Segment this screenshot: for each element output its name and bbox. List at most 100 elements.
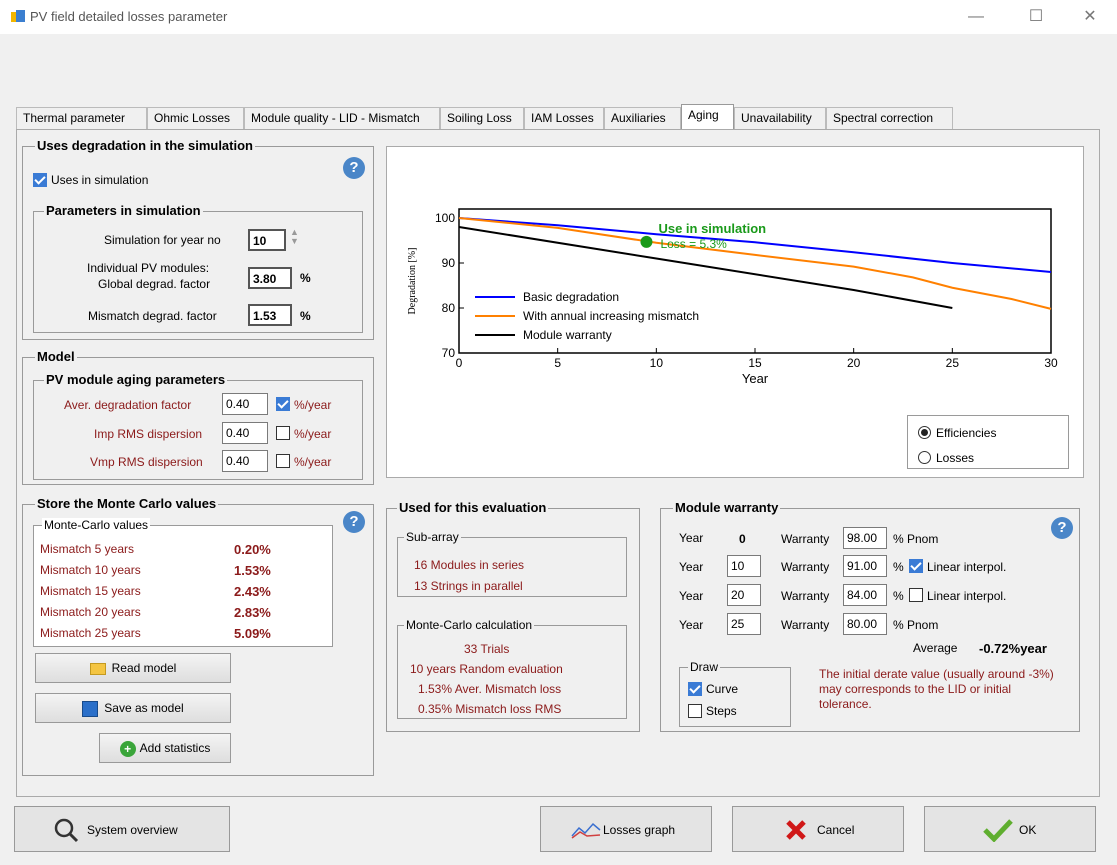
x-axis-label: Year: [742, 371, 769, 386]
uses-in-simulation-label: Uses in simulation: [51, 173, 149, 187]
mc-random-eval: 10 years Random evaluation: [410, 662, 563, 676]
degradation-group: Uses degradation in the simulation ? Use…: [22, 139, 374, 340]
y-axis-label: Degradation [%]: [407, 248, 418, 315]
legend-label: With annual increasing mismatch: [523, 309, 699, 323]
maximize-button[interactable]: ☐: [1013, 4, 1059, 30]
losses-graph-button[interactable]: Losses graph: [540, 806, 712, 852]
losses-radio[interactable]: [918, 451, 931, 464]
mc-calc-box: Monte-Carlo calculation 33 Trials 10 yea…: [397, 618, 627, 719]
imp-rms-checkbox[interactable]: [276, 426, 290, 440]
mc-row-label: Mismatch 10 years: [40, 563, 141, 577]
params-group: Parameters in simulation Simulation for …: [33, 204, 363, 333]
global-degrad-input[interactable]: 3.80: [248, 267, 292, 289]
x-tick-label: 30: [1044, 356, 1058, 370]
x-tick-label: 25: [946, 356, 960, 370]
warranty-input[interactable]: 91.00: [843, 555, 887, 577]
help-icon[interactable]: ?: [343, 511, 365, 533]
x-tick-label: 20: [847, 356, 861, 370]
tab-aging[interactable]: Aging: [681, 104, 734, 129]
steps-checkbox[interactable]: [688, 704, 702, 718]
y-tick-label: 80: [442, 301, 456, 315]
minimize-button[interactable]: —: [953, 4, 999, 30]
cancel-button[interactable]: Cancel: [732, 806, 904, 852]
read-model-button[interactable]: Read model: [35, 653, 231, 683]
y-tick-label: 90: [442, 256, 456, 270]
tab-thermal[interactable]: Thermal parameter: [16, 107, 147, 129]
warranty-suffix: % Pnom: [893, 532, 939, 546]
vmp-rms-unit: %/year: [294, 455, 332, 469]
mismatch-degrad-input[interactable]: 1.53: [248, 304, 292, 326]
ok-label: OK: [1019, 823, 1037, 837]
save-icon: [82, 700, 99, 717]
ok-button[interactable]: OK: [924, 806, 1096, 852]
imp-rms-input[interactable]: 0.40: [222, 422, 268, 444]
legend-label: Basic degradation: [523, 290, 619, 304]
modules-in-series: 16 Modules in series: [414, 558, 525, 572]
save-model-button[interactable]: Save as model: [35, 693, 231, 723]
year-input[interactable]: 25: [727, 613, 761, 635]
year-input[interactable]: 10: [727, 555, 761, 577]
uses-in-simulation-checkbox[interactable]: [33, 173, 47, 187]
params-title: Parameters in simulation: [44, 203, 203, 218]
add-statistics-button[interactable]: + Add statistics: [99, 733, 231, 763]
system-overview-label: System overview: [87, 823, 178, 837]
linear-interpol-checkbox[interactable]: [909, 559, 923, 573]
warranty-input[interactable]: 80.00: [843, 613, 887, 635]
spin-icon[interactable]: ▲ ▼: [290, 228, 299, 246]
montecarlo-title: Store the Monte Carlo values: [35, 496, 219, 511]
tab-auxiliaries[interactable]: Auxiliaries: [604, 107, 681, 129]
curve-checkbox[interactable]: [688, 682, 702, 696]
close-button[interactable]: ✕: [1067, 4, 1113, 30]
x-tick-label: 15: [748, 356, 762, 370]
read-model-label: Read model: [111, 661, 177, 675]
system-overview-button[interactable]: System overview: [14, 806, 230, 852]
mc-row-value: 0.20%: [234, 542, 271, 557]
montecarlo-group: Store the Monte Carlo values ? Monte-Car…: [22, 497, 374, 776]
efficiencies-radio[interactable]: [918, 426, 931, 439]
mc-row-value: 5.09%: [234, 626, 271, 641]
linear-interpol-label: Linear interpol.: [927, 589, 1007, 603]
imp-rms-unit: %/year: [294, 427, 332, 441]
vmp-rms-input[interactable]: 0.40: [222, 450, 268, 472]
indiv-label-2: Global degrad. factor: [98, 277, 211, 291]
year-input[interactable]: 20: [727, 584, 761, 606]
simulation-marker: [640, 235, 653, 248]
sim-year-label: Simulation for year no: [104, 233, 221, 247]
pct-label: %: [300, 271, 311, 285]
title-bar: PV field detailed losses parameter — ☐ ✕: [0, 0, 1117, 34]
plus-icon: +: [119, 740, 136, 757]
draw-title: Draw: [688, 660, 721, 674]
evaluation-title: Used for this evaluation: [397, 500, 549, 515]
model-group: Model PV module aging parameters Aver. d…: [22, 350, 374, 485]
y-tick-label: 70: [442, 346, 456, 360]
linear-interpol-label: Linear interpol.: [927, 560, 1007, 574]
aging-params-group: PV module aging parameters Aver. degrada…: [33, 373, 363, 480]
evaluation-group: Used for this evaluation Sub-array 16 Mo…: [386, 501, 640, 732]
aver-degrad-input[interactable]: 0.40: [222, 393, 268, 415]
linear-interpol-checkbox[interactable]: [909, 588, 923, 602]
y-tick-label: 100: [435, 211, 455, 225]
aver-degrad-checkbox[interactable]: [276, 397, 290, 411]
tab-soiling[interactable]: Soiling Loss: [440, 107, 524, 129]
app-icon: [11, 10, 25, 22]
mc-row-label: Mismatch 20 years: [40, 605, 141, 619]
warranty-input[interactable]: 98.00: [843, 527, 887, 549]
help-icon[interactable]: ?: [343, 157, 365, 179]
x-tick-label: 0: [456, 356, 463, 370]
vmp-rms-checkbox[interactable]: [276, 454, 290, 468]
sim-year-input[interactable]: 10: [248, 229, 286, 251]
strings-in-parallel: 13 Strings in parallel: [414, 579, 523, 593]
tab-module-quality[interactable]: Module quality - LID - Mismatch: [244, 107, 440, 129]
tab-spectral[interactable]: Spectral correction: [826, 107, 953, 129]
help-icon[interactable]: ?: [1051, 517, 1073, 539]
tab-ohmic[interactable]: Ohmic Losses: [147, 107, 244, 129]
annotation-use: Use in simulation: [658, 221, 766, 236]
warranty-title: Module warranty: [673, 500, 781, 515]
warranty-input[interactable]: 84.00: [843, 584, 887, 606]
tab-iam[interactable]: IAM Losses: [524, 107, 604, 129]
tab-unavailability[interactable]: Unavailability: [734, 107, 826, 129]
pct-label-2: %: [300, 309, 311, 323]
mc-row-value: 2.43%: [234, 584, 271, 599]
mismatch-label: Mismatch degrad. factor: [88, 309, 217, 323]
save-model-label: Save as model: [104, 701, 184, 715]
